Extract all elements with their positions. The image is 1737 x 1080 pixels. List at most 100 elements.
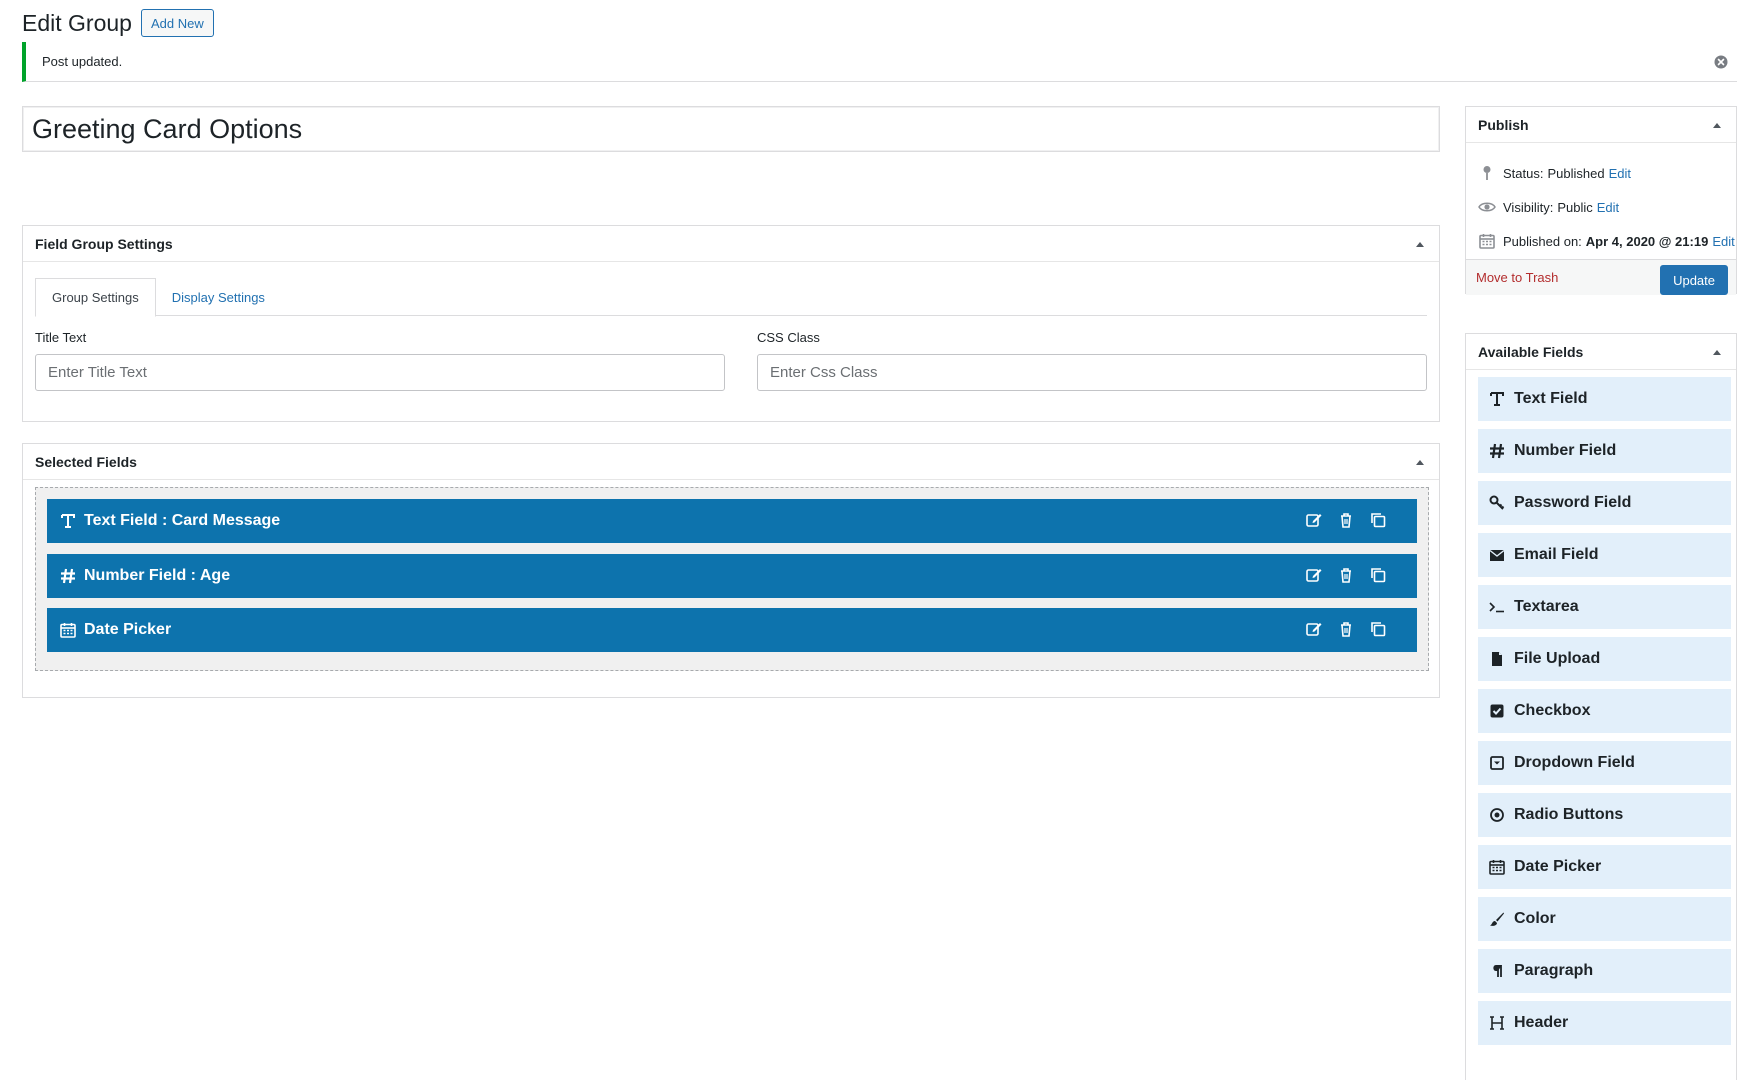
dropdown-icon <box>1488 754 1506 772</box>
postbox-header: Selected Fields <box>23 444 1439 480</box>
updated-notice: Post updated. <box>22 42 1737 82</box>
available-field-label: Header <box>1514 1014 1569 1031</box>
row-actions <box>1305 566 1387 584</box>
published-on-value: Apr 4, 2020 @ 21:19 <box>1585 233 1709 249</box>
selected-field-label: Date Picker <box>84 621 172 638</box>
edit-icon[interactable] <box>1305 511 1323 529</box>
collapse-arrow-icon[interactable] <box>1710 118 1724 132</box>
visibility-edit-link[interactable]: Edit <box>1597 200 1619 215</box>
selected-fields-box: Selected Fields Text Field : Card Messag… <box>22 443 1440 698</box>
publish-actions: Move to Trash Update <box>1466 259 1736 295</box>
move-to-trash-link[interactable]: Move to Trash <box>1476 270 1558 285</box>
eye-icon <box>1478 198 1496 216</box>
hash-icon <box>59 567 77 585</box>
paragraph-icon <box>1488 962 1506 980</box>
brush-icon <box>1488 910 1506 928</box>
dismiss-icon[interactable] <box>1713 54 1729 70</box>
envelope-icon <box>1488 546 1506 564</box>
post-title-input[interactable] <box>23 107 1439 151</box>
postbox-title: Available Fields <box>1478 343 1584 360</box>
available-field-number[interactable]: Number Field <box>1478 429 1731 473</box>
file-icon <box>1488 650 1506 668</box>
tab-display-settings[interactable]: Display Settings <box>156 278 281 316</box>
postbox-header: Available Fields <box>1466 334 1736 370</box>
header-icon <box>1488 1014 1506 1032</box>
available-field-label: Email Field <box>1514 546 1599 563</box>
tab-group-settings[interactable]: Group Settings <box>35 278 156 317</box>
available-field-radio[interactable]: Radio Buttons <box>1478 793 1731 837</box>
css-class-label: CSS Class <box>757 330 820 345</box>
title-field-wrap <box>22 106 1440 152</box>
field-group-settings-box: Field Group Settings Group Settings Disp… <box>22 225 1440 422</box>
settings-tabs: Group Settings Display Settings <box>35 278 1427 317</box>
available-field-label: Dropdown Field <box>1514 754 1635 771</box>
available-field-checkbox[interactable]: Checkbox <box>1478 689 1731 733</box>
available-field-color[interactable]: Color <box>1478 897 1731 941</box>
terminal-icon <box>1488 598 1506 616</box>
duplicate-icon[interactable] <box>1369 620 1387 638</box>
hash-icon <box>1488 442 1506 460</box>
row-actions <box>1305 511 1387 529</box>
add-new-button[interactable]: Add New <box>140 9 214 37</box>
available-field-text[interactable]: Text Field <box>1478 377 1731 421</box>
page-title: Edit Group <box>22 10 132 36</box>
status-edit-link[interactable]: Edit <box>1609 166 1631 181</box>
available-field-email[interactable]: Email Field <box>1478 533 1731 577</box>
available-field-label: Color <box>1514 910 1556 927</box>
pin-icon <box>1478 164 1496 182</box>
selected-field-row[interactable]: Text Field : Card Message <box>47 499 1417 543</box>
available-field-label: Password Field <box>1514 494 1632 511</box>
available-field-password[interactable]: Password Field <box>1478 481 1731 525</box>
available-field-paragraph[interactable]: Paragraph <box>1478 949 1731 993</box>
collapse-arrow-icon[interactable] <box>1413 455 1427 469</box>
selected-field-label: Number Field : Age <box>84 567 231 584</box>
selected-field-label: Text Field : Card Message <box>84 512 281 529</box>
available-field-label: Number Field <box>1514 442 1617 459</box>
checkbox-icon <box>1488 702 1506 720</box>
available-field-label: Radio Buttons <box>1514 806 1624 823</box>
published-on-line: Published on: Apr 4, 2020 @ 21:19 Edit <box>1478 232 1735 250</box>
selected-fields-dropzone[interactable]: Text Field : Card Message Number Field :… <box>35 487 1429 671</box>
available-field-textarea[interactable]: Textarea <box>1478 585 1731 629</box>
publish-box: Publish Status: Published Edit Visibilit… <box>1465 106 1737 295</box>
available-field-label: Checkbox <box>1514 702 1591 719</box>
collapse-arrow-icon[interactable] <box>1710 345 1724 359</box>
title-text-label: Title Text <box>35 330 87 345</box>
available-fields-box: Available Fields Text Field Number Field… <box>1465 333 1737 1080</box>
collapse-arrow-icon[interactable] <box>1413 237 1427 251</box>
calendar-icon <box>1488 858 1506 876</box>
published-on-label: Published on: <box>1503 233 1582 249</box>
trash-icon[interactable] <box>1337 620 1355 638</box>
update-button[interactable]: Update <box>1660 265 1728 295</box>
status-line: Status: Published Edit <box>1478 164 1631 182</box>
available-field-label: Text Field <box>1514 390 1588 407</box>
available-field-label: Textarea <box>1514 598 1579 615</box>
available-field-label: File Upload <box>1514 650 1601 667</box>
selected-field-row[interactable]: Number Field : Age <box>47 554 1417 598</box>
notice-text: Post updated. <box>42 54 123 69</box>
postbox-title: Publish <box>1478 116 1529 133</box>
title-text-input[interactable] <box>35 354 725 391</box>
postbox-title: Selected Fields <box>35 453 137 470</box>
available-field-file-upload[interactable]: File Upload <box>1478 637 1731 681</box>
css-class-input[interactable] <box>757 354 1427 391</box>
status-value: Published <box>1547 165 1605 181</box>
visibility-label: Visibility: <box>1503 199 1554 215</box>
trash-icon[interactable] <box>1337 566 1355 584</box>
duplicate-icon[interactable] <box>1369 511 1387 529</box>
published-on-edit-link[interactable]: Edit <box>1712 234 1734 249</box>
edit-icon[interactable] <box>1305 566 1323 584</box>
selected-field-row[interactable]: Date Picker <box>47 608 1417 652</box>
text-cursor-icon <box>1488 390 1506 408</box>
calendar-icon <box>59 621 77 639</box>
available-field-header[interactable]: Header <box>1478 1001 1731 1045</box>
available-field-label: Paragraph <box>1514 962 1594 979</box>
trash-icon[interactable] <box>1337 511 1355 529</box>
edit-icon[interactable] <box>1305 620 1323 638</box>
text-cursor-icon <box>59 512 77 530</box>
available-field-dropdown[interactable]: Dropdown Field <box>1478 741 1731 785</box>
visibility-value: Public <box>1557 199 1593 215</box>
radio-icon <box>1488 806 1506 824</box>
available-field-date-picker[interactable]: Date Picker <box>1478 845 1731 889</box>
duplicate-icon[interactable] <box>1369 566 1387 584</box>
